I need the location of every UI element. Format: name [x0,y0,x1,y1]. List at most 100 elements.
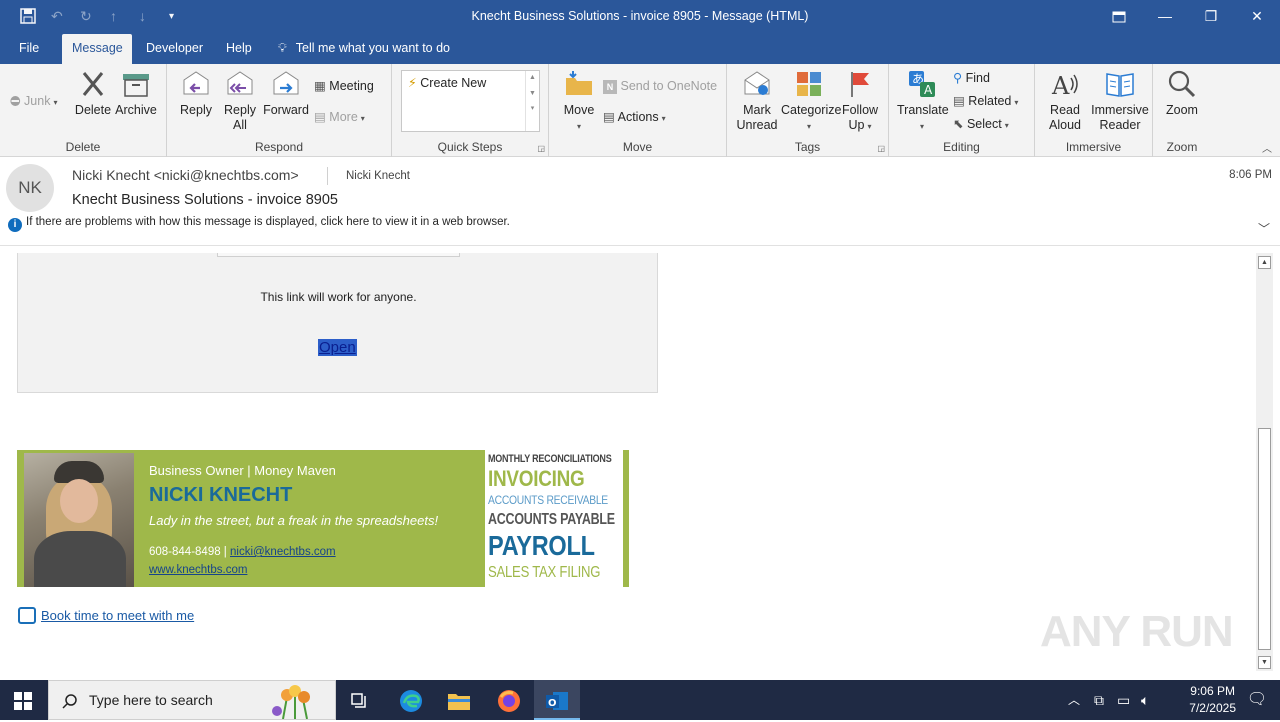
signature-website-link[interactable]: www.knechtbs.com [149,564,247,576]
more-button[interactable]: ▤ More ▾ [314,107,365,127]
firefox-icon[interactable] [486,680,532,720]
info-bar-text: If there are problems with how this mess… [26,216,510,228]
expand-header-icon[interactable]: ﹀ [1258,220,1270,237]
junk-icon: ⛔︎ [10,94,21,108]
meet-now-icon[interactable]: ⧉ [1094,680,1104,720]
group-respond: Reply Reply All Forward ▦ Meeting ▤ More ▾… [167,64,392,157]
service-item: PAYROLL [488,530,595,561]
network-icon[interactable]: ▭ [1117,680,1130,720]
move-button[interactable]: Move ▾ [561,68,597,134]
more-label: More [329,110,358,124]
send-to-onenote-button[interactable]: N Send to OneNote [603,76,717,96]
quick-step-create-new[interactable]: ⚡︎ Create New [408,75,486,90]
select-button[interactable]: ⬉ Select ▾ [953,114,1009,134]
tell-me-search[interactable]: 💡︎ Tell me what you want to do [278,34,450,64]
scroll-thumb[interactable] [1258,428,1271,650]
actions-button[interactable]: ▤ Actions ▾ [603,107,666,127]
scroll-up-icon[interactable]: ▲ [1258,256,1271,269]
collapse-ribbon-icon[interactable]: ︿ [1262,140,1272,155]
categorize-button[interactable]: Categorize ▾ [781,68,841,134]
book-meeting-link[interactable]: Book time to meet with me [18,607,194,624]
taskbar-clock[interactable]: 9:06 PM 7/2/2025 [1189,683,1236,717]
book-meeting-label: Book time to meet with me [41,608,195,623]
minimize-button[interactable]: — [1142,0,1188,34]
tab-file[interactable]: File [9,34,49,64]
reply-all-button[interactable]: Reply All [221,68,259,133]
immersive-reader-label-2: Reader [1099,118,1141,132]
group-label-move: Move [622,140,653,154]
mark-unread-button[interactable]: Mark Unread [733,68,781,133]
translate-label: Translate [897,103,949,117]
reply-icon [183,71,209,95]
recipient[interactable]: Nicki Knecht [327,167,410,185]
related-button[interactable]: ▤ Related ▾ [953,91,1018,111]
follow-up-button[interactable]: Follow Up ▾ [839,68,881,134]
vertical-scrollbar[interactable]: ▲ ▼ [1256,253,1273,671]
actions-icon: ▤ [603,110,615,124]
archive-button[interactable]: Archive [113,68,159,118]
delete-button[interactable]: Delete [72,68,114,118]
sender[interactable]: Nicki Knecht <nicki@knechtbs.com> [72,167,299,183]
follow-up-label-2: Up [848,118,865,132]
file-explorer-icon[interactable] [436,680,482,720]
svg-text:O: O [548,698,557,709]
envelope-icon [744,71,770,95]
tab-developer[interactable]: Developer [136,34,213,64]
group-tags: Mark Unread Categorize ▾ Follow Up ▾ Tags ◲ [727,64,889,157]
actions-label: Actions [617,110,659,124]
meeting-button[interactable]: ▦ Meeting [314,76,374,96]
task-view-icon[interactable] [337,680,383,720]
read-aloud-button[interactable]: A Read Aloud [1043,68,1087,133]
scroll-down-icon[interactable]: ▼ [1258,656,1271,669]
avatar: NK [6,164,54,212]
windows-icon [14,692,32,711]
junk-button[interactable]: ⛔︎ Junk ▾ [10,91,57,111]
tab-help[interactable]: Help [216,34,262,64]
reply-button[interactable]: Reply [176,68,216,118]
edge-icon[interactable] [388,680,434,720]
mark-unread-label-2: Unread [736,118,778,132]
volume-icon[interactable]: 🔈︎ [1141,680,1149,720]
clock-time: 9:06 PM [1190,684,1235,698]
signature-email-link[interactable]: nicki@knechtbs.com [230,546,336,558]
find-button[interactable]: ⚲ Find [953,68,990,88]
ribbon-display-options-icon[interactable] [1096,0,1142,34]
show-hidden-icons[interactable]: ︿ [1068,680,1080,720]
forward-button[interactable]: Forward [263,68,309,118]
search-placeholder: Type here to search [89,692,213,708]
notifications-icon[interactable]: 🗨︎ [1234,680,1280,720]
restore-button[interactable]: ❐ [1188,0,1234,34]
ribbon: ⛔︎ Junk ▾ Delete Archive Delete Reply Rep… [0,64,1280,157]
close-button[interactable]: ✕ [1234,0,1280,34]
immersive-reader-button[interactable]: Immersive Reader [1089,68,1151,133]
find-label: Find [965,71,990,85]
group-label-immersive: Immersive [1065,140,1122,154]
move-label: Move [563,103,595,117]
subject: Knecht Business Solutions - invoice 8905 [72,192,338,208]
zoom-button[interactable]: Zoom [1159,68,1205,118]
read-aloud-label-1: Read [1050,103,1080,117]
onenote-icon: N [603,80,617,94]
group-label-respond: Respond [254,140,304,154]
group-zoom: Zoom Zoom [1153,64,1211,157]
outlook-taskbar-icon[interactable]: O [534,680,580,720]
translate-button[interactable]: あA Translate ▾ [897,68,949,134]
sent-time: 8:06 PM [1229,169,1272,181]
gallery-scroll[interactable]: ▲ ▼ ▾ [525,71,539,131]
dialog-launcher-icon[interactable]: ◲ [537,144,545,153]
quick-steps-gallery[interactable]: ⚡︎ Create New ▲ ▼ ▾ [401,70,540,132]
start-button[interactable] [0,680,46,720]
service-item: MONTHLY RECONCILIATIONS [488,453,612,465]
junk-label: Junk [24,94,51,108]
ribbon-tabs: File Message Developer Help 💡︎ Tell me wh… [0,34,1280,64]
dialog-launcher-icon[interactable]: ◲ [877,144,885,153]
taskbar-search[interactable]: Type here to search [48,680,336,720]
reply-all-icon [227,71,253,95]
tab-message[interactable]: Message [62,34,132,64]
info-bar[interactable]: i If there are problems with how this mes… [8,216,510,232]
share-card: This link will work for anyone. Open [17,253,658,393]
group-move: Move ▾ N Send to OneNote ▤ Actions ▾ Move [549,64,727,157]
open-link[interactable]: Open [318,339,357,356]
service-item: ACCOUNTS PAYABLE [488,511,615,528]
signature-quote: Lady in the street, but a freak in the s… [149,513,439,528]
